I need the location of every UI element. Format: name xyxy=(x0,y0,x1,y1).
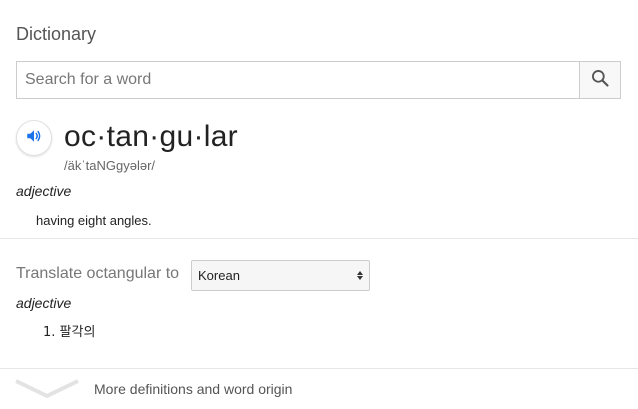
search-icon xyxy=(590,68,610,93)
more-definitions-label: More definitions and word origin xyxy=(94,381,293,397)
search-button[interactable] xyxy=(579,62,620,98)
pronunciation-button[interactable] xyxy=(16,120,52,156)
phonetic-spelling: /äkˈtaNGgyələr/ xyxy=(64,158,156,173)
more-definitions-button[interactable]: More definitions and word origin xyxy=(0,369,638,409)
dictionary-title: Dictionary xyxy=(16,24,97,44)
translation-part-of-speech: adjective xyxy=(16,295,72,311)
part-of-speech: adjective xyxy=(16,183,72,199)
speaker-icon xyxy=(25,127,43,150)
definition-text: having eight angles. xyxy=(36,213,152,228)
language-select-value: Korean xyxy=(198,268,240,283)
select-arrows-icon xyxy=(357,271,363,280)
translation-item: 1. 팔각의 xyxy=(43,325,96,340)
headword: oc·tan·gu·lar xyxy=(64,120,238,153)
language-select[interactable]: Korean xyxy=(191,260,370,291)
chevron-down-icon xyxy=(14,377,80,404)
section-divider xyxy=(0,238,638,239)
translate-label: Translate octangular to xyxy=(16,265,180,282)
dictionary-card: Dictionary oc·tan·gu·lar /äkˈtaNGgyələr/… xyxy=(0,0,638,409)
search-box xyxy=(16,61,621,99)
search-input[interactable] xyxy=(17,62,579,98)
